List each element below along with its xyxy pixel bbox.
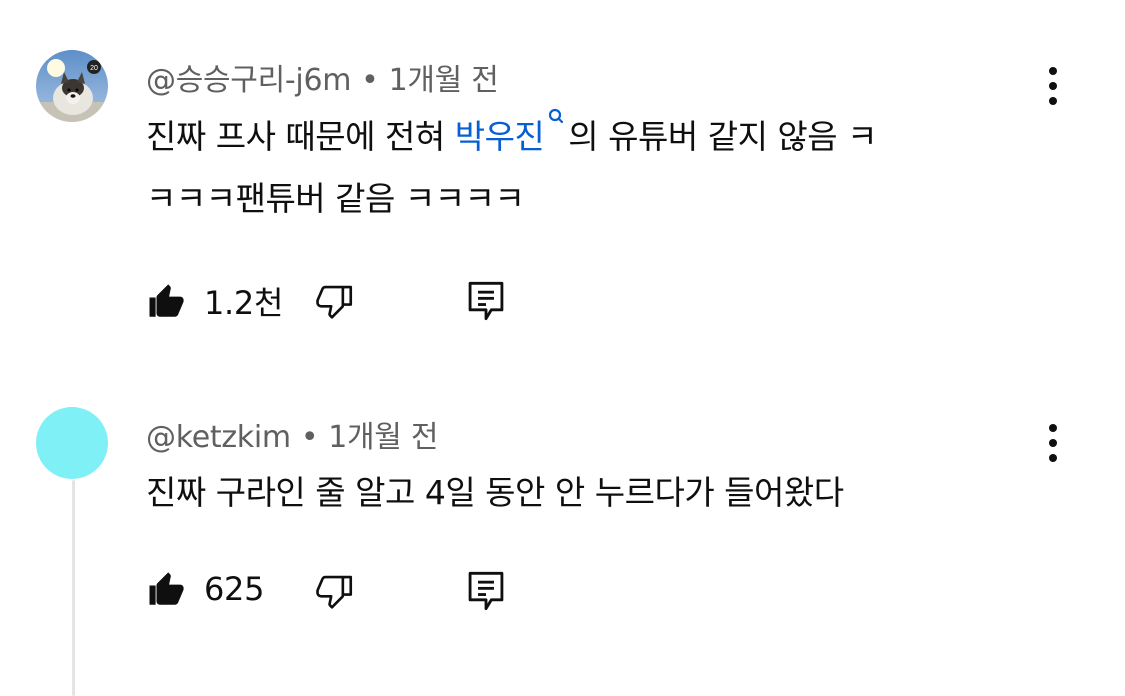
dislike-icon (316, 285, 353, 319)
comment-text-part: 의 유튜버 같지 않음 ㅋ (568, 117, 877, 156)
comment-meta: @ketzkim • 1개월 전 (146, 412, 438, 456)
avatar-image: 20 (36, 50, 108, 122)
more-vert-dot (1049, 454, 1057, 462)
dislike-button[interactable] (314, 570, 356, 612)
reply-button[interactable] (464, 278, 508, 324)
more-vert-icon (1049, 424, 1057, 432)
like-count: 625 (204, 570, 265, 608)
meta-separator: • (361, 63, 379, 98)
more-vert-dot (1049, 97, 1057, 105)
comment-text-line-2: ㅋㅋㅋ팬튜버 같음 ㅋㅋㅋㅋ (146, 179, 525, 218)
comment-text: 진짜 구라인 줄 알고 4일 동안 안 누르다가 들어왔다 (146, 473, 844, 512)
avatar-badge-text: 20 (90, 65, 98, 72)
more-vert-icon (1049, 67, 1057, 75)
meta-separator: • (300, 420, 319, 455)
like-icon (149, 284, 184, 317)
more-vert-dot (1049, 82, 1057, 90)
reply-thread-line (72, 480, 75, 696)
more-options-button[interactable] (1033, 413, 1073, 473)
comment-author[interactable]: @ketzkim (146, 420, 291, 455)
comment-time[interactable]: 1개월 전 (389, 63, 499, 98)
more-options-button[interactable] (1033, 56, 1073, 116)
comment-author[interactable]: @승승구리-j6m (146, 63, 351, 98)
reply-icon (468, 281, 504, 321)
comment-text-part: 진짜 프사 때문에 전혀 (146, 117, 455, 156)
comment-meta: @승승구리-j6m • 1개월 전 (146, 55, 499, 99)
like-count: 1.2천 (204, 284, 284, 322)
comment-time[interactable]: 1개월 전 (328, 420, 438, 455)
avatar[interactable] (36, 407, 108, 479)
like-button[interactable]: 1.2천 (146, 278, 283, 324)
dislike-icon (316, 575, 353, 609)
mention-label: 박우진 (454, 117, 545, 156)
more-vert-dot (1049, 439, 1057, 447)
dislike-button[interactable] (314, 280, 356, 322)
avatar[interactable]: 20 (36, 50, 108, 122)
search-icon (549, 108, 564, 124)
mention-link[interactable]: 박우진 (454, 108, 569, 156)
comment-text: 진짜 프사 때문에 전혀 박우진 의 유튜버 같지 않음 ㅋ ㅋㅋㅋ팬튜버 같음 … (146, 106, 877, 230)
reply-icon (468, 571, 504, 611)
like-button[interactable]: 625 (146, 568, 264, 610)
like-icon (149, 572, 184, 605)
reply-button[interactable] (464, 568, 508, 614)
comment-text-line-1: 진짜 프사 때문에 전혀 박우진 의 유튜버 같지 않음 ㅋ (146, 106, 877, 168)
